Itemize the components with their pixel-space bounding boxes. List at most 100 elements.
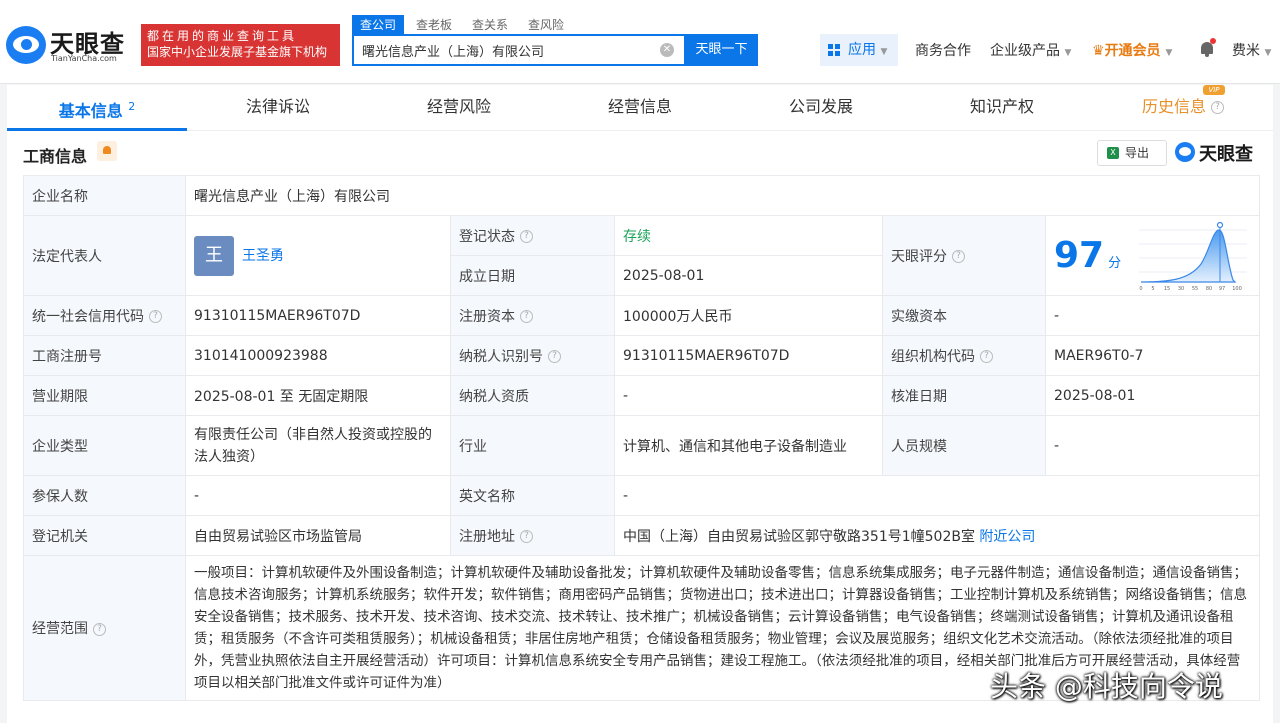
type-label: 企业类型 [23, 415, 186, 476]
logo-domain: TianYanCha.com [51, 54, 117, 63]
label-text: 统一社会信用代码 [32, 308, 144, 325]
found-date-label: 成立日期 [450, 255, 615, 296]
axis-tick: 15 [1164, 286, 1170, 292]
distribution-curve [1141, 229, 1237, 283]
paid-capital-value: - [1044, 295, 1261, 336]
address-label: 注册地址? [450, 515, 615, 556]
help-icon[interactable]: ? [980, 350, 993, 363]
search-tab-relation[interactable]: 查关系 [464, 15, 516, 34]
score-distribution-chart: 0 5 15 30 55 80 97 100 [1139, 222, 1248, 292]
export-button[interactable]: X 导出 [1097, 140, 1167, 166]
export-label: 导出 [1125, 146, 1150, 160]
eye-logo-icon [1175, 142, 1195, 162]
address-cell: 中国（上海）自由贸易试验区郭守敬路351号1幢502B室 附近公司 [613, 515, 1261, 556]
help-icon[interactable]: ? [93, 622, 106, 636]
label-text: 组织机构代码 [891, 348, 975, 365]
axis-tick: 100 [1232, 286, 1242, 292]
taxpayer-id-label: 纳税人识别号? [450, 335, 615, 376]
reg-no-value: 310141000923988 [185, 335, 451, 376]
search-tab-risk[interactable]: 查风险 [520, 15, 572, 34]
authority-label: 登记机关 [23, 515, 186, 556]
legal-rep-link[interactable]: 王圣勇 [242, 248, 284, 264]
company-name-label: 企业名称 [23, 175, 186, 216]
term-value: 2025-08-01 至 无固定期限 [185, 375, 451, 416]
nav-business[interactable]: 商务合作 [915, 40, 971, 60]
authority-value: 自由贸易试验区市场监管局 [185, 515, 451, 556]
tab-operating-risk[interactable]: 经营风险 [369, 85, 549, 131]
term-label: 营业期限 [23, 375, 186, 416]
avatar[interactable]: 王 [194, 235, 234, 276]
taxpayer-qual-value: - [614, 375, 883, 416]
industry-label: 行业 [450, 415, 615, 476]
axis-tick: 80 [1206, 286, 1212, 292]
nav-vip-label: 开通会员 [1104, 43, 1161, 59]
label-text: 注册地址 [459, 528, 515, 545]
slogan-banner: 都在用的商业查询工具 国家中小企业发展子基金旗下机构 [141, 24, 340, 66]
type-value: 有限责任公司（非自然人投资或控股的法人独资） [185, 415, 451, 476]
label-text: 登记状态 [459, 228, 515, 245]
help-icon[interactable]: ? [149, 310, 162, 323]
legal-rep-label: 法定代表人 [23, 215, 186, 296]
help-icon[interactable]: ? [520, 530, 533, 543]
table-row: 统一社会信用代码? 91310115MAER96T07D 注册资本? 10000… [23, 295, 1261, 336]
search-tab-boss[interactable]: 查老板 [408, 15, 460, 34]
chevron-down-icon: ▼ [880, 47, 888, 57]
top-header: 天眼查 TianYanCha.com 都在用的商业查询工具 国家中小企业发展子基… [0, 0, 1280, 84]
axis-tick: 97 [1219, 286, 1225, 292]
user-menu[interactable]: 费米 ▼ [1232, 40, 1271, 60]
crown-icon: ♛ [1092, 43, 1105, 59]
industry-value: 计算机、通信和其他电子设备制造业 [614, 415, 883, 476]
help-icon[interactable]: ? [520, 230, 533, 243]
nav-enterprise-products[interactable]: 企业级产品 ▼ [990, 40, 1071, 60]
nav-enterprise-label: 企业级产品 [990, 43, 1060, 59]
label-text: 经营范围 [32, 621, 88, 637]
tab-history[interactable]: 历史信息? VIP [1093, 85, 1273, 131]
notification-dot [1210, 38, 1216, 44]
tianyancha-logo[interactable]: 天眼查 TianYanCha.com [6, 24, 134, 66]
nav-vip[interactable]: ♛开通会员 ▼ [1092, 40, 1172, 60]
approve-date-value: 2025-08-01 [1044, 375, 1261, 416]
tab-development[interactable]: 公司发展 [731, 85, 911, 131]
axis-tick: 5 [1151, 286, 1154, 292]
axis-tick: 0 [1139, 286, 1142, 292]
bell-badge-icon[interactable] [97, 141, 117, 161]
tab-legal[interactable]: 法律诉讼 [188, 85, 368, 131]
company-name-value: 曙光信息产业（上海）有限公司 [184, 175, 1261, 216]
search-input[interactable] [354, 36, 644, 64]
score-marker-dot [1216, 222, 1224, 229]
tab-operating-info[interactable]: 经营信息 [550, 85, 730, 131]
help-icon[interactable]: ? [1211, 101, 1224, 114]
tab-label: 基本信息 [58, 101, 123, 121]
chevron-down-icon: ▼ [1064, 48, 1072, 58]
nearby-companies-link[interactable]: 附近公司 [979, 529, 1035, 545]
reg-capital-value: 100000万人民币 [614, 295, 883, 336]
axis-tick: 30 [1178, 286, 1184, 292]
tab-basic-info[interactable]: 基本信息 2 [7, 85, 187, 131]
table-row: 营业期限 2025-08-01 至 无固定期限 纳税人资质 - 核准日期 202… [23, 375, 1261, 416]
reg-status-value: 存续 [614, 215, 883, 256]
legal-rep-cell: 王王圣勇 [185, 215, 451, 296]
tab-ip[interactable]: 知识产权 [912, 85, 1092, 131]
help-icon[interactable]: ? [520, 310, 533, 323]
excel-icon: X [1107, 147, 1119, 159]
business-info-table: 企业名称 曙光信息产业（上海）有限公司 法定代表人 王王圣勇 登记状态? 存续 … [23, 175, 1261, 701]
credit-code-value: 91310115MAER96T07D [185, 295, 451, 336]
chevron-down-icon: ▼ [1165, 48, 1173, 58]
table-row: 企业名称 曙光信息产业（上海）有限公司 [23, 175, 1261, 216]
search-box: ✕ [352, 34, 686, 66]
score-value: 97 [1054, 235, 1105, 276]
taxpayer-qual-label: 纳税人资质 [450, 375, 615, 416]
main-tabs: 基本信息 2 法律诉讼 经营风险 经营信息 公司发展 知识产权 历史信息? VIP [7, 85, 1273, 131]
score-cell[interactable]: 97 分 0 5 15 30 55 80 97 100 [1044, 215, 1261, 296]
reg-status-label: 登记状态? [450, 215, 615, 256]
search-type-tabs: 查公司 查老板 查关系 查风险 [352, 15, 576, 34]
help-icon[interactable]: ? [548, 350, 561, 363]
help-icon[interactable]: ? [952, 250, 965, 263]
apps-menu-button[interactable]: 应用 ▼ [820, 34, 898, 66]
clear-search-icon[interactable]: ✕ [660, 43, 674, 57]
label-text: 纳税人识别号 [459, 348, 543, 365]
table-row: 登记机关 自由贸易试验区市场监管局 注册地址? 中国（上海）自由贸易试验区郭守敬… [23, 515, 1261, 556]
search-tab-company[interactable]: 查公司 [352, 15, 405, 34]
search-button[interactable]: 天眼一下 [685, 34, 758, 66]
section-title: 工商信息 [23, 147, 88, 166]
